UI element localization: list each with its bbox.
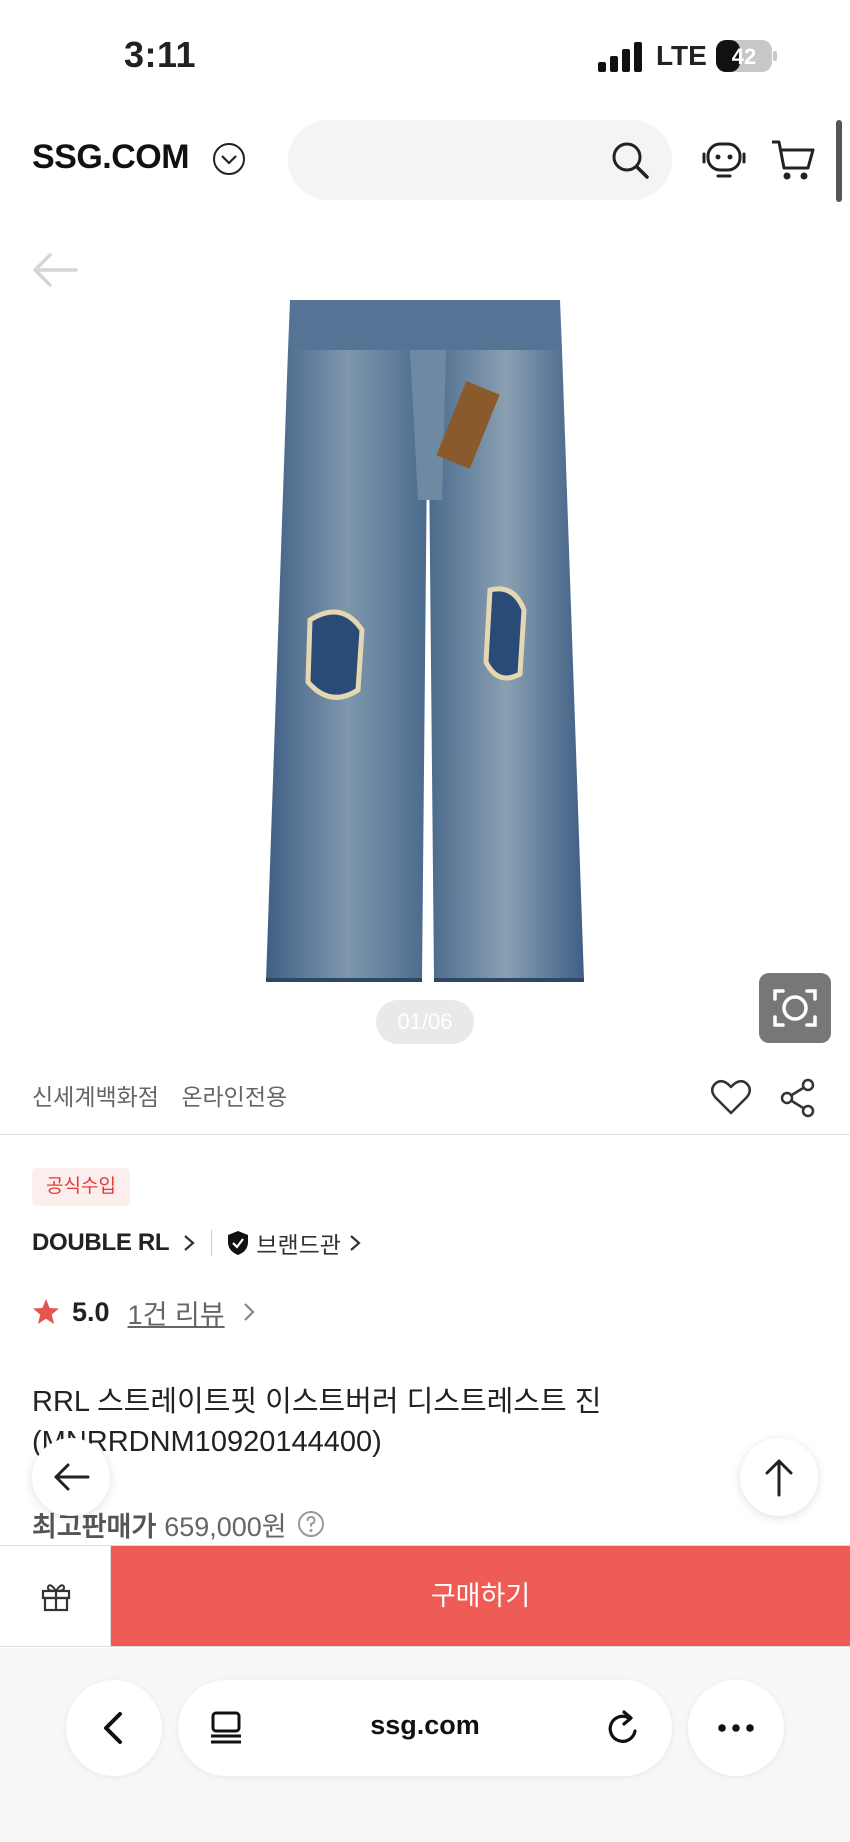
rating-row: 5.0 1건 리뷰	[32, 1294, 257, 1330]
network-label: LTE	[656, 40, 707, 71]
chevron-right-icon[interactable]	[241, 1301, 257, 1323]
address-bar[interactable]: ssg.com	[178, 1680, 672, 1776]
site-logo[interactable]: SSG.COM	[32, 138, 190, 177]
search-input[interactable]	[288, 120, 672, 200]
divider	[211, 1230, 213, 1256]
chevron-right-icon[interactable]	[347, 1233, 363, 1253]
divider	[0, 1134, 850, 1135]
brand-row: DOUBLE RL 브랜드관	[32, 1226, 363, 1260]
more-icon	[718, 1724, 754, 1732]
shield-check-icon	[228, 1231, 249, 1255]
search-icon[interactable]	[610, 140, 650, 180]
store-tag-online[interactable]: 온라인전용	[181, 1084, 287, 1110]
help-icon[interactable]	[297, 1510, 325, 1538]
battery-icon: 42	[716, 40, 777, 72]
reload-icon[interactable]	[604, 1708, 642, 1748]
gift-icon	[41, 1584, 71, 1612]
price-value: 659,000원	[164, 1511, 287, 1542]
brand-hall-link[interactable]: 브랜드관	[256, 1226, 341, 1260]
image-counter: 01/06	[376, 1000, 474, 1044]
more-button[interactable]	[688, 1680, 784, 1776]
signal-icon	[598, 42, 642, 72]
status-time: 3:11	[124, 34, 197, 75]
heart-icon[interactable]	[710, 1078, 752, 1116]
status-bar: 3:11 LTE 42	[0, 0, 850, 110]
lens-search-button[interactable]	[759, 973, 831, 1043]
battery-level: 42	[732, 44, 756, 69]
scrollbar[interactable]	[836, 120, 842, 202]
product-title: RRL 스트레이트핏 이스트버러 디스트레스트 진(MNRRDNM1092014…	[32, 1386, 602, 1458]
site-header: SSG.COM	[0, 110, 850, 210]
url-text[interactable]: ssg.com	[178, 1710, 672, 1741]
gift-button[interactable]	[0, 1546, 111, 1646]
scroll-top-button[interactable]	[740, 1438, 818, 1516]
camera-scan-icon	[773, 989, 817, 1027]
chevron-left-icon	[104, 1712, 122, 1744]
arrow-left-icon[interactable]	[30, 250, 80, 290]
buy-button[interactable]: 구매하기	[111, 1546, 850, 1646]
rating-value: 5.0	[72, 1296, 110, 1327]
product-image[interactable]	[250, 290, 610, 990]
browser-back-button[interactable]	[66, 1680, 162, 1776]
official-import-badge: 공식수입	[32, 1168, 130, 1206]
floating-back-button[interactable]	[32, 1438, 110, 1516]
arrow-up-icon	[765, 1459, 793, 1497]
cart-icon[interactable]	[770, 138, 816, 182]
brand-link[interactable]: DOUBLE RL	[32, 1229, 170, 1257]
chevron-right-icon[interactable]	[181, 1233, 197, 1253]
chatbot-icon[interactable]	[700, 138, 748, 182]
chevron-down-icon[interactable]	[212, 142, 246, 176]
store-tags: 신세계백화점 온라인전용	[32, 1078, 303, 1112]
share-icon[interactable]	[780, 1078, 816, 1118]
browser-toolbar: ssg.com	[0, 1648, 850, 1842]
store-tag-department[interactable]: 신세계백화점	[32, 1084, 159, 1110]
purchase-bar: 구매하기	[0, 1545, 850, 1647]
arrow-left-icon	[54, 1463, 90, 1491]
star-icon	[33, 1299, 59, 1324]
review-link[interactable]: 1건 리뷰	[128, 1293, 225, 1332]
